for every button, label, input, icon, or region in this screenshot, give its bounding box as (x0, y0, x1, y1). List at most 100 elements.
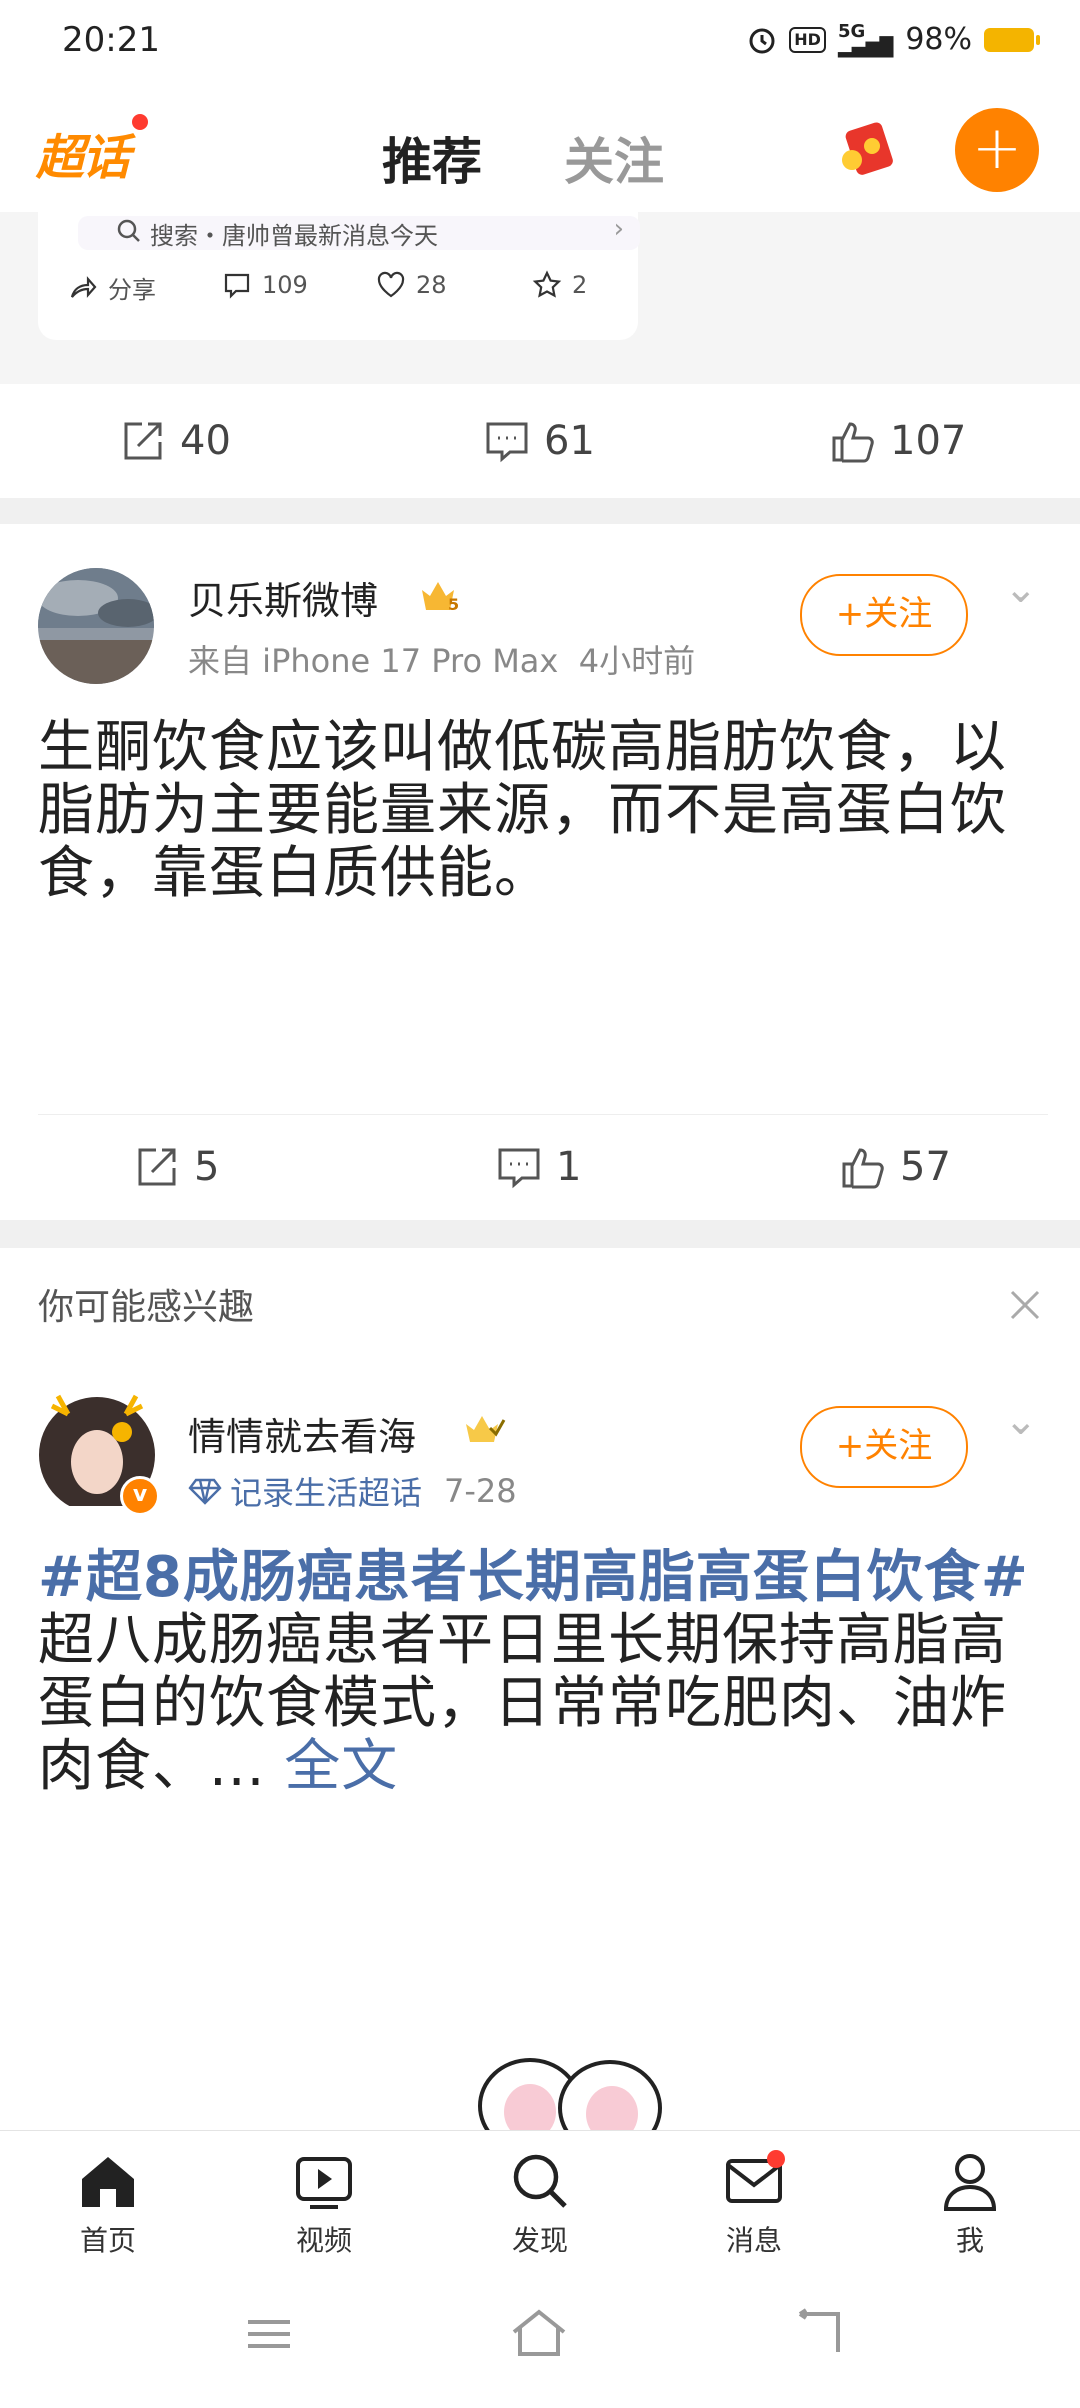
comment-button[interactable]: 61 (484, 418, 595, 464)
avatar[interactable]: v (38, 1394, 160, 1516)
previous-post-tail: 搜索・唐帅曾最新消息今天 › 分享 109 28 2 (0, 212, 1080, 384)
comment-icon (224, 273, 250, 299)
mail-icon (726, 2150, 785, 2203)
chevron-down-icon[interactable]: ⌄ (1004, 1398, 1038, 1444)
like-count: 107 (890, 418, 967, 464)
nav-messages[interactable]: 消息 (694, 2149, 814, 2259)
vip-badge-icon (466, 1416, 506, 1442)
post-card[interactable]: 贝乐斯微博 5 来自 iPhone 17 Pro Max 4小时前 +关注 ⌄ … (0, 524, 1080, 1220)
read-more-link[interactable]: 全文 (284, 1734, 398, 1799)
heart-icon (377, 271, 405, 298)
post-image-preview[interactable] (440, 2036, 700, 2130)
comment-icon (486, 422, 528, 463)
search-icon (117, 219, 140, 242)
close-icon[interactable] (1008, 1288, 1042, 1322)
nav-home-label: 首页 (79, 2224, 136, 2257)
supertopic-link[interactable]: 记录生活超话 (230, 1468, 422, 1514)
follow-button[interactable]: +关注 (800, 1406, 968, 1488)
repost-count: 40 (180, 418, 231, 464)
divider (38, 1114, 1048, 1115)
mini-comments[interactable]: 109 (222, 270, 308, 300)
system-navigation-bar (0, 2278, 1080, 2408)
chevron-right-icon: › (613, 214, 624, 244)
svg-text:5: 5 (448, 595, 459, 614)
comment-count: 1 (556, 1144, 582, 1190)
nav-discover[interactable]: 发现 (480, 2149, 600, 2259)
home-icon (82, 2157, 134, 2207)
post-card[interactable]: v 情情就去看海 记录生活超话 7-28 +关注 ⌄ #超8成肠癌患者长期高脂高… (0, 1356, 1080, 2130)
nav-home[interactable]: 首页 (48, 2149, 168, 2259)
comment-button[interactable]: 1 (496, 1144, 581, 1190)
vip-badge-icon: 5 (422, 582, 459, 614)
mini-likes[interactable]: 28 (376, 270, 447, 300)
tab-recommend-label: 推荐 (382, 133, 482, 191)
repost-icon (138, 1148, 176, 1186)
related-search-text: 搜索・唐帅曾最新消息今天 (150, 222, 438, 250)
action-bar: 40 61 107 (0, 388, 1080, 498)
mini-comments-count: 109 (262, 271, 308, 299)
mini-share[interactable]: 分享 (68, 270, 156, 305)
avatar[interactable] (38, 568, 154, 684)
repost-button[interactable]: 5 (134, 1144, 219, 1190)
nav-messages-label: 消息 (725, 2224, 782, 2257)
battery-icon (984, 27, 1040, 52)
nav-me-label: 我 (955, 2224, 984, 2257)
nav-video[interactable]: 视频 (264, 2149, 384, 2259)
like-button[interactable]: 107 (830, 418, 966, 464)
tab-following[interactable]: 关注 (564, 122, 664, 194)
menu-icon[interactable] (244, 2314, 294, 2354)
thumbs-up-icon (832, 422, 874, 463)
avatar-image (38, 568, 154, 684)
feed-separator (0, 1220, 1080, 1248)
post-source: 来自 iPhone 17 Pro Max (188, 642, 559, 680)
post-author-name[interactable]: 情情就去看海 (188, 1406, 416, 1461)
comment-icon (498, 1148, 540, 1189)
network-type: 5G (837, 20, 866, 42)
star-icon (532, 270, 562, 298)
share-icon (70, 275, 97, 298)
topic-link[interactable]: #超8成肠癌患者长期高脂高蛋白饮食# (38, 1545, 1029, 1610)
bottom-navigation: 首页 视频 发现 消息 我 (0, 2130, 1080, 2279)
post-time: 7-28 (444, 1472, 517, 1510)
like-count: 57 (900, 1144, 951, 1190)
verified-badge-icon: v (120, 1476, 160, 1516)
supertopic-logo[interactable]: 超话 (36, 114, 148, 186)
nav-me[interactable]: 我 (910, 2149, 1030, 2259)
feed-separator (0, 498, 1080, 524)
logo-text: 超话 (36, 130, 130, 186)
post-time: 4小时前 (578, 642, 696, 680)
home-button-icon[interactable] (510, 2308, 568, 2358)
video-icon (296, 2157, 352, 2209)
nav-discover-label: 发现 (511, 2224, 568, 2257)
tab-recommend[interactable]: 推荐 (382, 122, 482, 194)
recommendation-header: 你可能感兴趣 (0, 1248, 1080, 1357)
follow-button[interactable]: +关注 (800, 574, 968, 656)
hd-icon: HD (789, 26, 826, 53)
related-search-bar[interactable]: 搜索・唐帅曾最新消息今天 › (78, 214, 640, 250)
post-text-body: 超八成肠癌患者平日里长期保持高脂高蛋白的饮食模式，日常常吃肥肉、油炸肉食、... (38, 1608, 1007, 1799)
repost-count: 5 (194, 1144, 220, 1190)
mini-likes-count: 28 (416, 271, 447, 299)
nav-video-label: 视频 (295, 2224, 352, 2257)
embedded-card[interactable]: 搜索・唐帅曾最新消息今天 › 分享 109 28 2 (38, 212, 640, 340)
post-meta: 来自 iPhone 17 Pro Max 4小时前 (188, 636, 695, 682)
alarm-icon (749, 28, 775, 53)
chevron-down-icon[interactable]: ⌄ (1004, 566, 1038, 612)
repost-icon (124, 422, 162, 460)
status-time: 20:21 (62, 20, 160, 60)
post-meta: 记录生活超话 7-28 (188, 1468, 517, 1514)
create-post-button[interactable]: + (955, 108, 1039, 192)
repost-button[interactable]: 40 (120, 418, 231, 464)
like-button[interactable]: 57 (840, 1144, 951, 1190)
red-packet-icon[interactable] (836, 116, 900, 180)
thumbs-up-icon (842, 1148, 884, 1189)
signal-icon: 5G ▂▄▆█ (837, 20, 894, 58)
status-icons: HD 5G ▂▄▆█ 98% (747, 20, 1040, 58)
post-author-name[interactable]: 贝乐斯微博 (188, 570, 378, 625)
tab-following-label: 关注 (564, 133, 664, 191)
top-header: 超话 推荐 关注 + (0, 88, 1080, 213)
mini-favorites[interactable]: 2 (532, 270, 587, 300)
battery-percent: 98% (905, 22, 972, 57)
back-icon[interactable] (794, 2308, 844, 2358)
diamond-icon (188, 1478, 222, 1505)
